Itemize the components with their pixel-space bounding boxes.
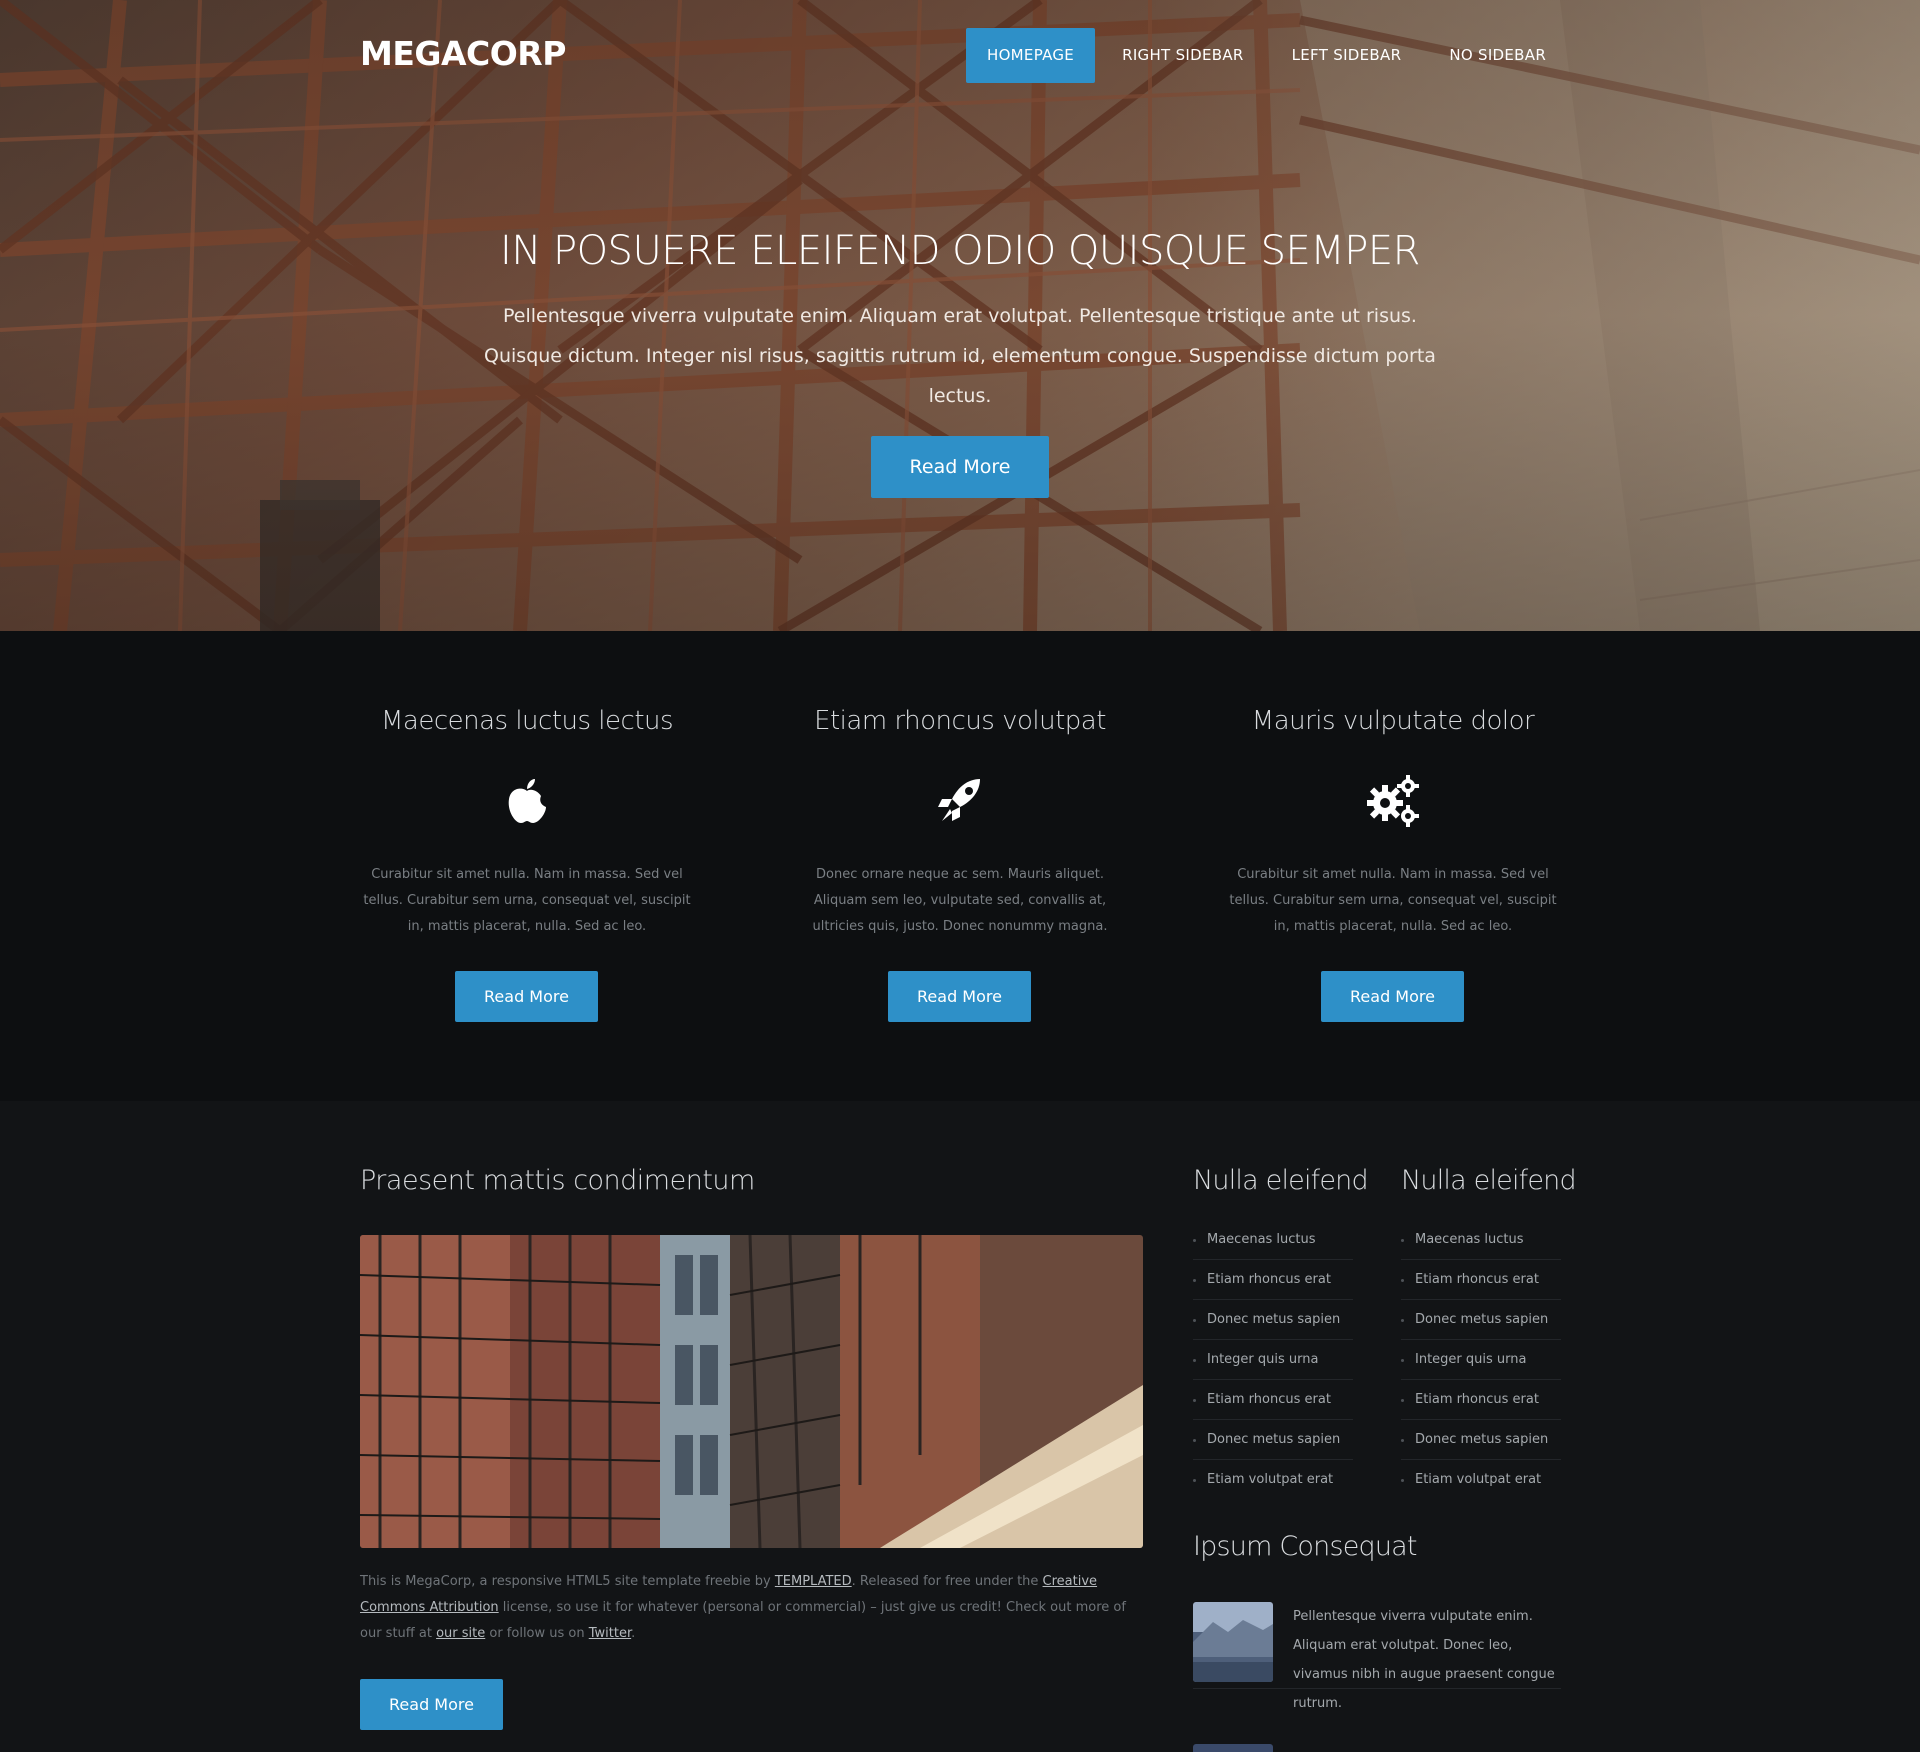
- feature-title: Etiam rhoncus volutpat: [814, 706, 1106, 736]
- feature-text: Donec ornare neque ac sem. Mauris alique…: [812, 867, 1108, 934]
- sidebar-links-column: Nulla eleifend Maecenas luctus Etiam rho…: [1193, 1165, 1369, 1500]
- feature-read-more-button[interactable]: Read More: [888, 971, 1031, 1022]
- sidebar-link[interactable]: Integer quis urna: [1401, 1340, 1561, 1380]
- sidebar-link[interactable]: Maecenas luctus: [1193, 1220, 1353, 1260]
- sidebar-link-list: Maecenas luctus Etiam rhoncus erat Donec…: [1193, 1220, 1353, 1500]
- post-text: Pellentesque viverra vulputate enim. Ali…: [1293, 1609, 1555, 1711]
- site-logo[interactable]: MEGACORP: [360, 34, 566, 73]
- hero-title: IN POSUERE ELEIFEND ODIO QUISQUE SEMPER: [500, 228, 1420, 274]
- hero-banner: MEGACORP HOMEPAGE RIGHT SIDEBAR LEFT SID…: [0, 0, 1920, 631]
- nav-no-sidebar[interactable]: NO SIDEBAR: [1428, 28, 1567, 83]
- sidebar-link[interactable]: Etiam rhoncus erat: [1193, 1380, 1353, 1420]
- sidebar-link[interactable]: Etiam volutpat erat: [1193, 1460, 1353, 1500]
- hero-read-more-button[interactable]: Read More: [871, 436, 1049, 498]
- sidebar-heading: Nulla eleifend: [1401, 1165, 1577, 1196]
- sidebar-links-column: Nulla eleifend Maecenas luctus Etiam rho…: [1401, 1165, 1577, 1500]
- twitter-link[interactable]: Twitter: [589, 1626, 631, 1641]
- sidebar-link[interactable]: Donec metus sapien: [1401, 1300, 1561, 1340]
- main-content: Praesent mattis condimentum This is Mega…: [0, 1101, 1920, 1752]
- nav-homepage[interactable]: HOMEPAGE: [966, 28, 1096, 83]
- ipsum-post[interactable]: Pellentesque viverra vulputate enim. Ali…: [1193, 1602, 1561, 1711]
- sidebar-link[interactable]: Etiam rhoncus erat: [1193, 1260, 1353, 1300]
- our-site-link[interactable]: our site: [436, 1626, 485, 1641]
- sidebar-link[interactable]: Etiam rhoncus erat: [1401, 1260, 1561, 1300]
- sidebar-link[interactable]: Donec metus sapien: [1193, 1420, 1353, 1460]
- sidebar-link[interactable]: Maecenas luctus: [1401, 1220, 1561, 1260]
- article-text-part: This is MegaCorp, a responsive HTML5 sit…: [360, 1574, 775, 1589]
- sidebar-link-list: Maecenas luctus Etiam rhoncus erat Donec…: [1401, 1220, 1561, 1500]
- feature-text: Curabitur sit amet nulla. Nam in massa. …: [1229, 867, 1557, 934]
- buildings-image: [360, 1235, 1143, 1548]
- feature-title: Mauris vulputate dolor: [1251, 706, 1535, 736]
- features-section: Maecenas luctus lectus Curabitur sit ame…: [0, 631, 1920, 1101]
- feature-title: Maecenas luctus lectus: [380, 706, 674, 736]
- article-text-part: .: [631, 1626, 636, 1641]
- feature-text: Curabitur sit amet nulla. Nam in massa. …: [363, 867, 691, 934]
- article-text: This is MegaCorp, a responsive HTML5 sit…: [360, 1569, 1145, 1647]
- main-nav: HOMEPAGE RIGHT SIDEBAR LEFT SIDEBAR NO S…: [966, 28, 1573, 83]
- sidebar-link[interactable]: Etiam volutpat erat: [1401, 1460, 1561, 1500]
- sidebar-link[interactable]: Etiam rhoncus erat: [1401, 1380, 1561, 1420]
- ipsum-heading: Ipsum Consequat: [1193, 1531, 1418, 1562]
- post-thumbnail[interactable]: [1193, 1744, 1273, 1752]
- article-text-part: or follow us on: [485, 1626, 589, 1641]
- templated-link[interactable]: TEMPLATED: [775, 1574, 852, 1589]
- rocket-icon: [938, 779, 980, 821]
- sidebar-link[interactable]: Donec metus sapien: [1401, 1420, 1561, 1460]
- gears-icon: [1367, 775, 1419, 827]
- apple-icon: [508, 779, 546, 823]
- sidebar-link[interactable]: Integer quis urna: [1193, 1340, 1353, 1380]
- feature-read-more-button[interactable]: Read More: [455, 971, 598, 1022]
- nav-right-sidebar[interactable]: RIGHT SIDEBAR: [1101, 28, 1265, 83]
- article-title: Praesent mattis condimentum: [360, 1165, 755, 1196]
- post-thumbnail[interactable]: [1193, 1602, 1273, 1682]
- article-read-more-button[interactable]: Read More: [360, 1679, 503, 1730]
- hero-text: Pellentesque viverra vulputate enim. Ali…: [484, 305, 1436, 407]
- feature-read-more-button[interactable]: Read More: [1321, 971, 1464, 1022]
- sidebar-heading: Nulla eleifend: [1193, 1165, 1369, 1196]
- nav-left-sidebar[interactable]: LEFT SIDEBAR: [1271, 28, 1423, 83]
- sidebar-link[interactable]: Donec metus sapien: [1193, 1300, 1353, 1340]
- article-text-part: . Released for free under the: [851, 1574, 1043, 1589]
